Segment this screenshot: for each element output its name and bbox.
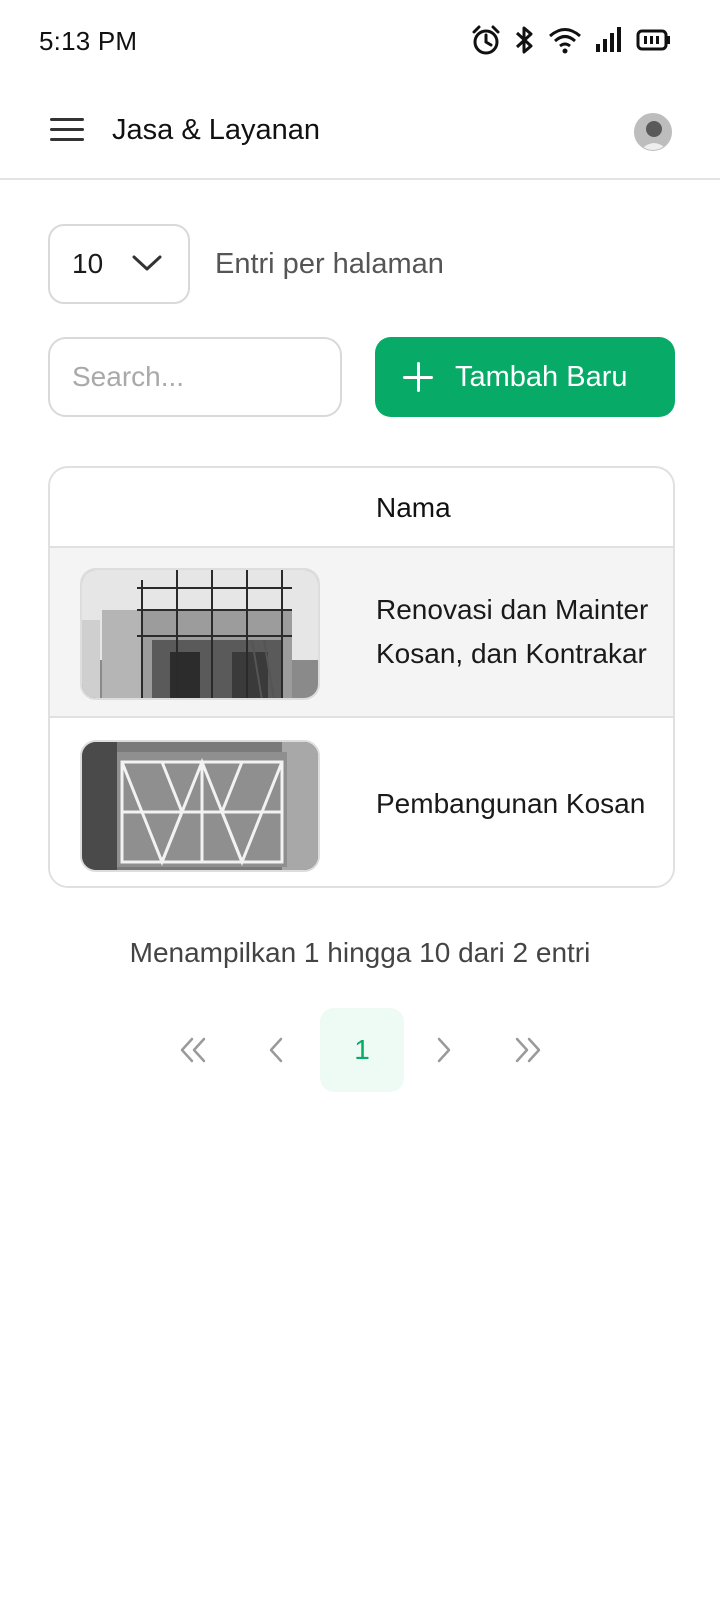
search-input[interactable] [48, 337, 342, 417]
signal-icon [596, 27, 621, 52]
hamburger-menu-icon[interactable] [50, 118, 84, 144]
pagination: 1 [0, 1008, 720, 1092]
service-name: Pembangunan Kosan [376, 788, 646, 819]
first-page-button[interactable] [151, 1008, 235, 1092]
page-title: Jasa & Layanan [112, 114, 320, 146]
previous-page-button[interactable] [234, 1008, 318, 1092]
table-row[interactable]: Pembangunan Kosan [50, 720, 673, 886]
page-size-value: 10 [72, 248, 104, 279]
service-name-line-2: Kosan, dan Kontrakar [376, 638, 647, 669]
avatar[interactable] [634, 113, 672, 151]
bluetooth-icon [515, 26, 533, 54]
page-size-label: Entri per halaman [215, 248, 444, 280]
chevron-left-icon [269, 1037, 283, 1063]
next-page-button[interactable] [402, 1008, 486, 1092]
table-header: Nama [50, 468, 673, 548]
alarm-icon [472, 25, 500, 55]
table-row[interactable]: Renovasi dan Mainter Kosan, dan Kontraka… [50, 548, 673, 718]
chevron-down-icon [132, 255, 162, 271]
service-thumbnail [80, 568, 320, 700]
service-thumbnail [80, 740, 320, 872]
page-size-select[interactable]: 10 [48, 224, 190, 304]
wifi-icon [549, 28, 581, 54]
column-header-nama: Nama [376, 492, 451, 523]
status-time: 5:13 PM [39, 26, 138, 56]
page-button-current[interactable]: 1 [320, 1008, 404, 1092]
service-name: Renovasi dan Mainter Kosan, dan Kontraka… [376, 588, 648, 676]
chevron-right-icon [437, 1037, 451, 1063]
pagination-info: Menampilkan 1 hingga 10 dari 2 entri [129, 937, 591, 968]
double-chevron-left-icon [180, 1037, 206, 1063]
service-name-line-1: Renovasi dan Mainter [376, 594, 649, 625]
last-page-button[interactable] [486, 1008, 570, 1092]
status-bar: 5:13 PM [0, 0, 720, 84]
double-chevron-right-icon [515, 1037, 541, 1063]
add-new-button[interactable]: Tambah Baru [375, 337, 675, 417]
services-table: Nama Renovasi dan Mainter Kosan, dan Kon… [48, 466, 675, 888]
status-icons [470, 24, 672, 56]
app-bar: Jasa & Layanan [0, 84, 720, 180]
user-avatar-image [635, 114, 671, 150]
add-new-button-label: Tambah Baru [455, 360, 628, 393]
battery-icon [636, 29, 670, 51]
plus-icon [403, 362, 433, 392]
